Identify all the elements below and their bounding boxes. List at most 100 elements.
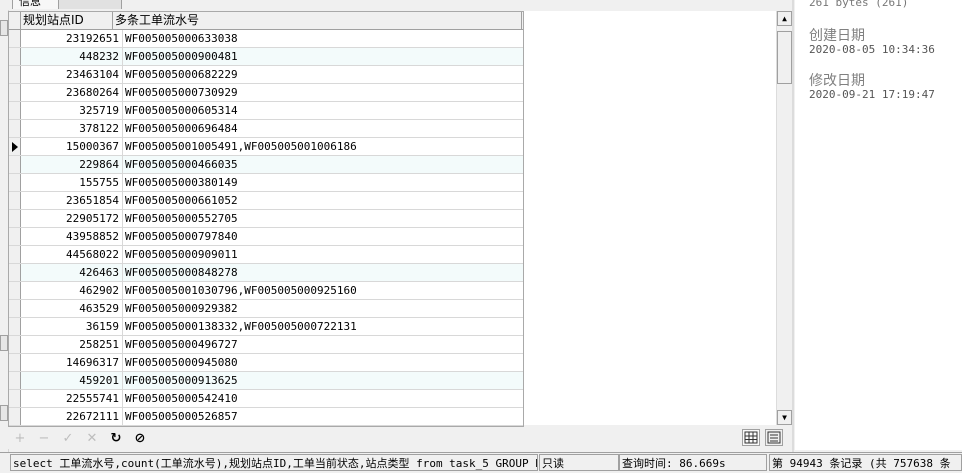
row-selector[interactable] [9,210,21,227]
discard-changes-button[interactable]: ✕ [84,430,100,446]
cell-serials[interactable]: WF005005000945080 [123,354,523,371]
table-row[interactable]: 15000367 WF005005001005491,WF005005001006… [9,138,523,156]
cell-serials[interactable]: WF005005000661052 [123,192,523,209]
cell-site-id[interactable]: 22672111 [21,408,123,425]
row-selector[interactable] [9,336,21,353]
table-row[interactable]: 22672111 WF005005000526857 [9,408,523,426]
table-row[interactable]: 23651854 WF005005000661052 [9,192,523,210]
cell-serials[interactable]: WF005005000496727 [123,336,523,353]
cell-serials[interactable]: WF005005000730929 [123,84,523,101]
table-row[interactable]: 22555741 WF005005000542410 [9,390,523,408]
cell-site-id[interactable]: 22555741 [21,390,123,407]
cell-serials[interactable]: WF005005000466035 [123,156,523,173]
table-row[interactable]: 22905172 WF005005000552705 [9,210,523,228]
table-row[interactable]: 459201 WF005005000913625 [9,372,523,390]
row-selector[interactable] [9,102,21,119]
cell-site-id[interactable]: 15000367 [21,138,123,155]
cell-site-id[interactable]: 462902 [21,282,123,299]
cell-site-id[interactable]: 155755 [21,174,123,191]
row-selector[interactable] [9,30,21,47]
table-row[interactable]: 36159 WF005005000138332,WF005005000722131 [9,318,523,336]
delete-record-button[interactable]: − [36,430,52,446]
row-selector[interactable] [9,300,21,317]
scroll-thumb[interactable] [777,31,792,84]
row-selector[interactable] [9,282,21,299]
cell-serials[interactable]: WF005005000552705 [123,210,523,227]
row-selector[interactable] [9,84,21,101]
cell-serials[interactable]: WF005005000848278 [123,264,523,281]
table-row[interactable]: 258251 WF005005000496727 [9,336,523,354]
cell-serials[interactable]: WF005005000682229 [123,66,523,83]
cell-site-id[interactable]: 463529 [21,300,123,317]
table-row[interactable]: 448232 WF005005000900481 [9,48,523,66]
cell-site-id[interactable]: 44568022 [21,246,123,263]
cell-serials[interactable]: WF005005000929382 [123,300,523,317]
row-selector[interactable] [9,138,21,155]
table-row[interactable]: 426463 WF005005000848278 [9,264,523,282]
table-row[interactable]: 23463104 WF005005000682229 [9,66,523,84]
cell-site-id[interactable]: 23651854 [21,192,123,209]
row-selector[interactable] [9,228,21,245]
row-selector[interactable] [9,156,21,173]
row-selector-header[interactable] [9,12,21,29]
cell-site-id[interactable]: 229864 [21,156,123,173]
column-header-serials[interactable]: 多条工单流水号 [113,12,522,29]
cell-serials[interactable]: WF005005000900481 [123,48,523,65]
cell-serials[interactable]: WF005005000696484 [123,120,523,137]
apply-changes-button[interactable]: ✓ [60,430,76,446]
cell-site-id[interactable]: 426463 [21,264,123,281]
cell-serials[interactable]: WF005005000633038 [123,30,523,47]
row-selector[interactable] [9,174,21,191]
cell-site-id[interactable]: 459201 [21,372,123,389]
table-row[interactable]: 155755 WF005005000380149 [9,174,523,192]
grid-view-button[interactable] [742,429,760,446]
table-row[interactable]: 14696317 WF005005000945080 [9,354,523,372]
cell-site-id[interactable]: 43958852 [21,228,123,245]
cell-site-id[interactable]: 23680264 [21,84,123,101]
cell-site-id[interactable]: 23463104 [21,66,123,83]
cell-serials[interactable]: WF005005000797840 [123,228,523,245]
cell-serials[interactable]: WF005005000913625 [123,372,523,389]
row-selector[interactable] [9,408,21,425]
scroll-up-button[interactable]: ▲ [777,11,792,26]
cell-serials[interactable]: WF005005000380149 [123,174,523,191]
cell-site-id[interactable]: 325719 [21,102,123,119]
cell-site-id[interactable]: 14696317 [21,354,123,371]
table-row[interactable]: 462902 WF005005001030796,WF00500500092516… [9,282,523,300]
refresh-button[interactable]: ↻ [108,430,124,446]
cell-site-id[interactable]: 378122 [21,120,123,137]
scroll-down-button[interactable]: ▼ [777,410,792,425]
row-selector[interactable] [9,120,21,137]
row-selector[interactable] [9,318,21,335]
tab-secondary[interactable] [58,0,122,9]
cell-site-id[interactable]: 23192651 [21,30,123,47]
row-selector[interactable] [9,390,21,407]
table-row[interactable]: 378122 WF005005000696484 [9,120,523,138]
panel-splitter[interactable] [792,0,794,452]
cell-serials[interactable]: WF005005000542410 [123,390,523,407]
add-record-button[interactable]: + [12,430,28,446]
table-row[interactable]: 325719 WF005005000605314 [9,102,523,120]
cell-site-id[interactable]: 36159 [21,318,123,335]
cell-serials[interactable]: WF005005001030796,WF005005000925160 [123,282,523,299]
row-selector[interactable] [9,66,21,83]
table-row[interactable]: 44568022 WF005005000909011 [9,246,523,264]
cell-serials[interactable]: WF005005000526857 [123,408,523,425]
row-selector[interactable] [9,192,21,209]
cell-site-id[interactable]: 448232 [21,48,123,65]
row-selector[interactable] [9,48,21,65]
row-selector[interactable] [9,246,21,263]
cell-serials[interactable]: WF005005000909011 [123,246,523,263]
form-view-button[interactable] [765,429,783,446]
tab-info[interactable]: 信息 [12,0,64,9]
vertical-scrollbar[interactable]: ▲ ▼ [776,11,793,425]
table-row[interactable]: 23680264 WF005005000730929 [9,84,523,102]
stop-button[interactable]: ⊘ [132,430,148,446]
result-grid[interactable]: 规划站点ID 多条工单流水号 23192651 WF005005000633038… [8,11,524,427]
row-selector[interactable] [9,372,21,389]
table-row[interactable]: 23192651 WF005005000633038 [9,30,523,48]
row-selector[interactable] [9,354,21,371]
cell-site-id[interactable]: 258251 [21,336,123,353]
table-row[interactable]: 43958852 WF005005000797840 [9,228,523,246]
table-row[interactable]: 463529 WF005005000929382 [9,300,523,318]
